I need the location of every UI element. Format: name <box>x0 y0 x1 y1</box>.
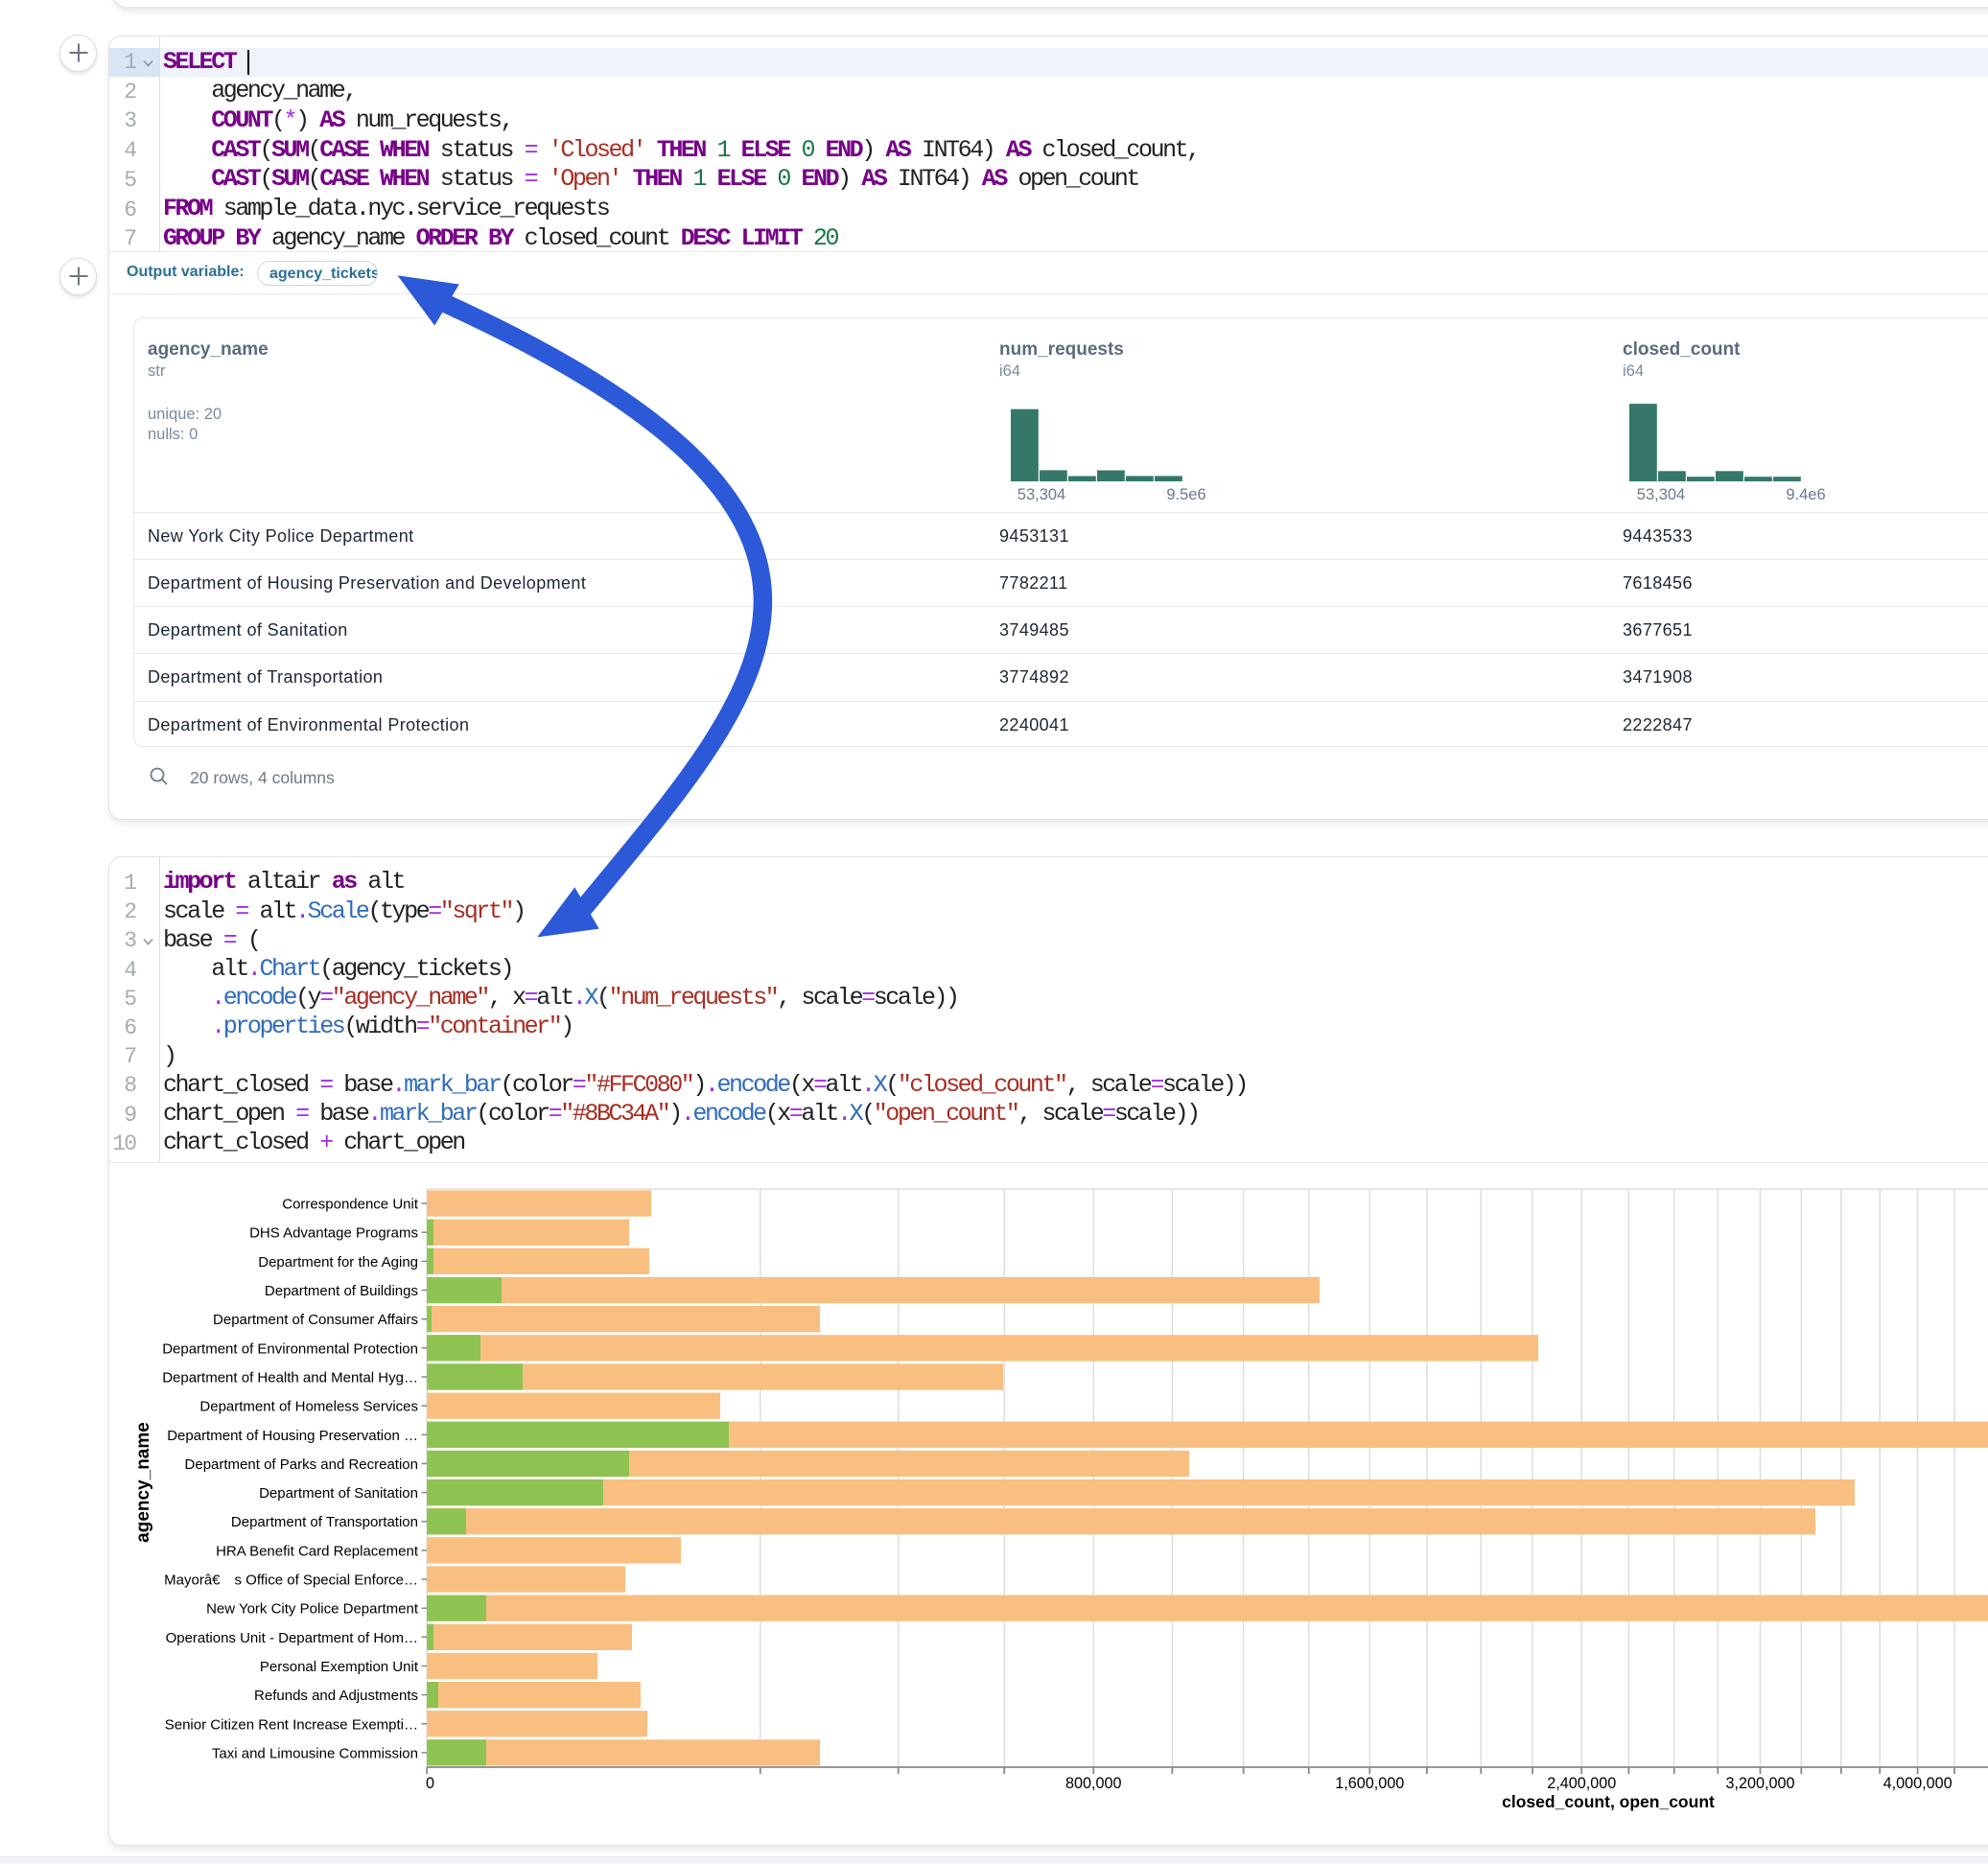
svg-text:Senior Citizen Rent Increase E: Senior Citizen Rent Increase Exempti… <box>165 1716 418 1733</box>
svg-text:Department for the Aging: Department for the Aging <box>258 1254 418 1270</box>
svg-text:1,600,000: 1,600,000 <box>1335 1775 1404 1792</box>
svg-text:Mayorâ€ s Office of Special En: Mayorâ€ s Office of Special Enforce… <box>164 1573 418 1589</box>
svg-text:Refunds and Adjustments: Refunds and Adjustments <box>254 1688 418 1704</box>
svg-text:closed_count, open_count: closed_count, open_count <box>1502 1792 1715 1811</box>
svg-text:Department of Buildings: Department of Buildings <box>265 1283 418 1299</box>
svg-text:3,200,000: 3,200,000 <box>1725 1775 1794 1792</box>
svg-text:Department of Consumer Affairs: Department of Consumer Affairs <box>213 1312 418 1328</box>
svg-text:New York City Police Departmen: New York City Police Department <box>206 1601 419 1618</box>
svg-text:Department of Housing Preserva: Department of Housing Preservation … <box>167 1428 418 1444</box>
svg-text:DHS Advantage Programs: DHS Advantage Programs <box>249 1225 418 1242</box>
svg-text:Department of Parks and Recrea: Department of Parks and Recreation <box>185 1456 418 1473</box>
svg-text:800,000: 800,000 <box>1065 1775 1122 1792</box>
svg-text:agency_name: agency_name <box>133 1422 153 1543</box>
svg-text:Taxi and Limousine Commission: Taxi and Limousine Commission <box>212 1745 418 1761</box>
svg-text:Department of Health and Menta: Department of Health and Mental Hyg… <box>162 1370 418 1386</box>
svg-text:Department of Transportation: Department of Transportation <box>231 1514 418 1530</box>
svg-text:Department of Sanitation: Department of Sanitation <box>259 1485 418 1502</box>
svg-text:Department of Environmental Pr: Department of Environmental Protection <box>162 1340 418 1357</box>
svg-text:Operations Unit - Department o: Operations Unit - Department of Hom… <box>166 1630 418 1646</box>
svg-text:4,000,000: 4,000,000 <box>1883 1775 1953 1792</box>
svg-text:0: 0 <box>426 1775 434 1792</box>
svg-text:2,400,000: 2,400,000 <box>1547 1775 1616 1792</box>
svg-text:Department of Homeless Service: Department of Homeless Services <box>199 1399 418 1415</box>
svg-text:HRA Benefit Card Replacement: HRA Benefit Card Replacement <box>216 1543 419 1559</box>
svg-text:Personal Exemption Unit: Personal Exemption Unit <box>260 1659 419 1675</box>
svg-text:Correspondence Unit: Correspondence Unit <box>282 1197 419 1213</box>
